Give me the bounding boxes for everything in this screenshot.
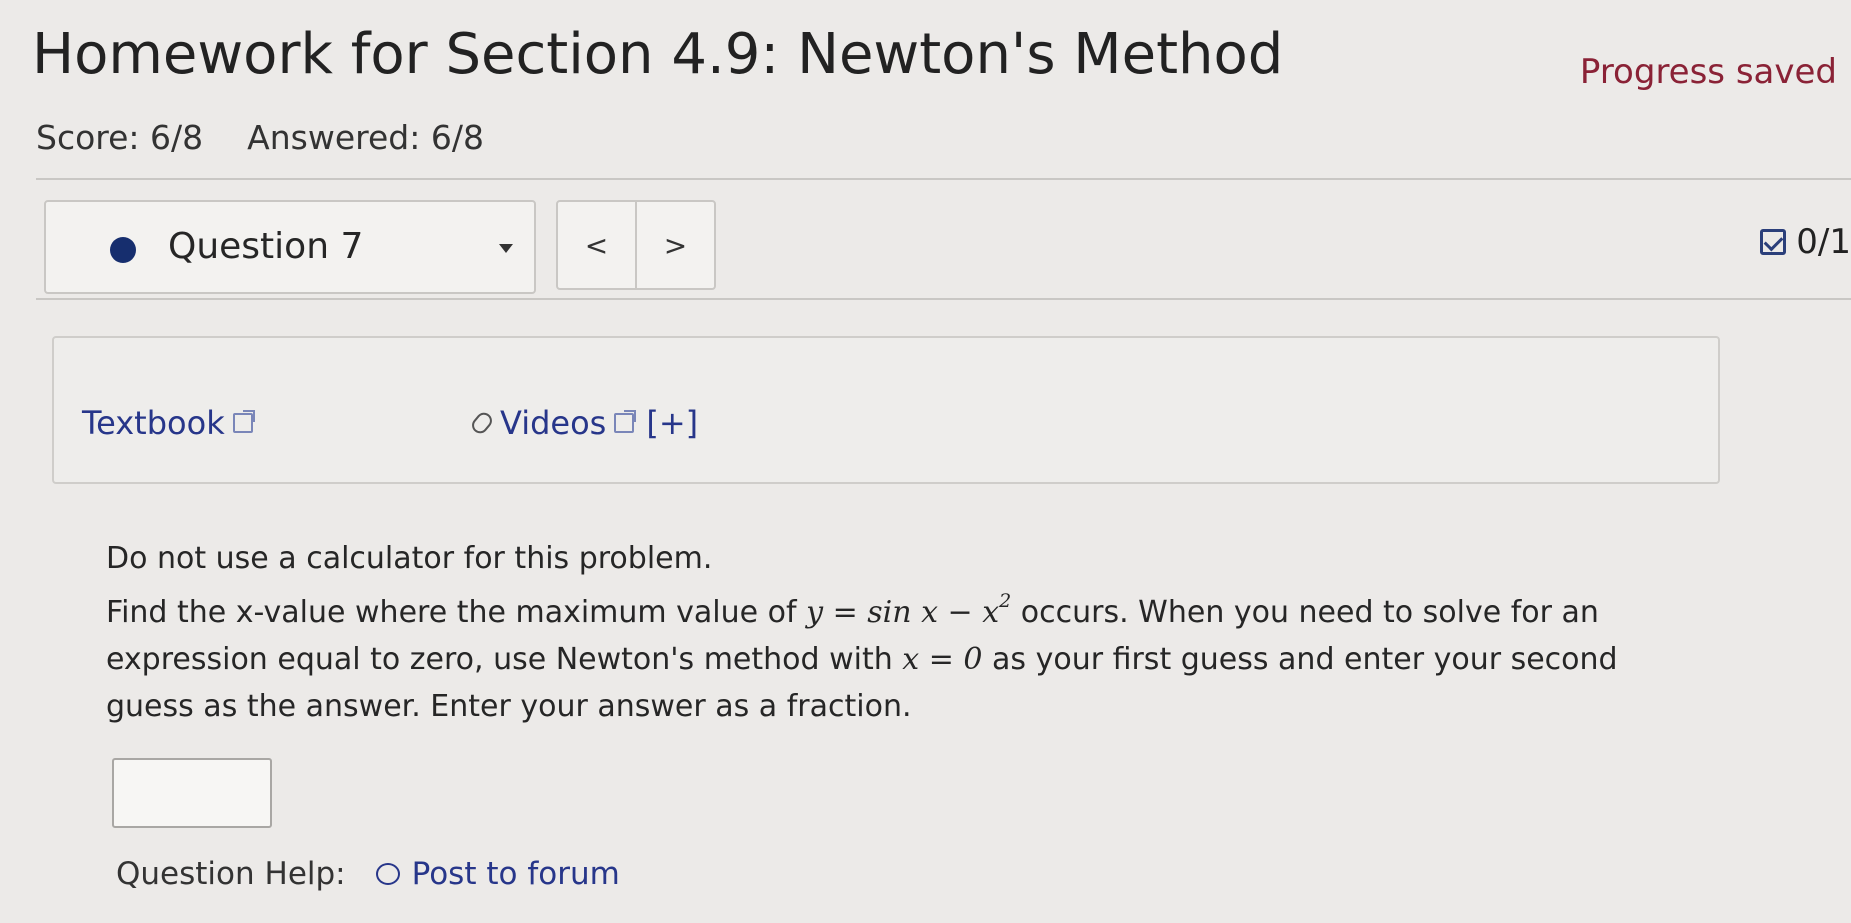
chevron-down-icon xyxy=(499,244,513,253)
divider xyxy=(36,178,1851,180)
question-help-label: Question Help: xyxy=(116,856,346,892)
question-help: Question Help: Post to forum xyxy=(116,856,620,892)
points-value: 0/1 xyxy=(1796,222,1851,262)
problem-statement: Find the x-value where the maximum value… xyxy=(106,582,1706,730)
question-nav-buttons: < > xyxy=(556,200,716,290)
homework-page: Homework for Section 4.9: Newton's Metho… xyxy=(0,0,1851,923)
problem-instruction: Do not use a calculator for this problem… xyxy=(106,541,713,576)
videos-link[interactable]: Videos [+] xyxy=(468,404,698,442)
answered-text: Answered: 6/8 xyxy=(247,118,484,157)
question-select[interactable]: Question 7 xyxy=(44,200,536,294)
post-to-forum-label: Post to forum xyxy=(411,856,620,892)
function-math: y = sin x − x xyxy=(806,595,1000,630)
next-question-button[interactable]: > xyxy=(635,202,714,288)
answer-input[interactable] xyxy=(112,758,272,828)
chat-bubble-icon xyxy=(375,863,400,885)
textbook-link[interactable]: Textbook xyxy=(82,404,255,442)
question-select-label: Question 7 xyxy=(168,226,364,267)
divider xyxy=(36,298,1851,300)
paperclip-icon xyxy=(468,409,496,437)
external-link-icon xyxy=(232,410,255,433)
videos-label: Videos xyxy=(500,404,607,442)
score-line: Score: 6/8 Answered: 6/8 xyxy=(36,118,484,157)
problem-text-part: Find the x-value where the maximum value… xyxy=(106,595,807,630)
score-text: Score: 6/8 xyxy=(36,118,204,157)
initial-guess-math: x = 0 xyxy=(902,642,983,677)
problem-text: Do not use a calculator for this problem… xyxy=(106,535,1706,730)
post-to-forum-link[interactable]: Post to forum xyxy=(375,856,620,892)
page-title: Homework for Section 4.9: Newton's Metho… xyxy=(32,22,1284,87)
expand-toggle[interactable]: [+] xyxy=(646,404,698,442)
progress-status: Progress saved xyxy=(1579,52,1837,92)
resources-panel: Textbook Videos [+] xyxy=(52,336,1720,484)
external-link-icon xyxy=(614,410,637,433)
function-expression: y = sin x − x2 xyxy=(806,590,1011,630)
checkbox-icon xyxy=(1760,229,1787,255)
current-question-dot-icon xyxy=(110,237,136,263)
textbook-label: Textbook xyxy=(82,404,225,442)
prev-question-button[interactable]: < xyxy=(558,202,635,288)
function-exponent: 2 xyxy=(999,590,1012,612)
question-points: 0/1 xyxy=(1760,222,1851,262)
